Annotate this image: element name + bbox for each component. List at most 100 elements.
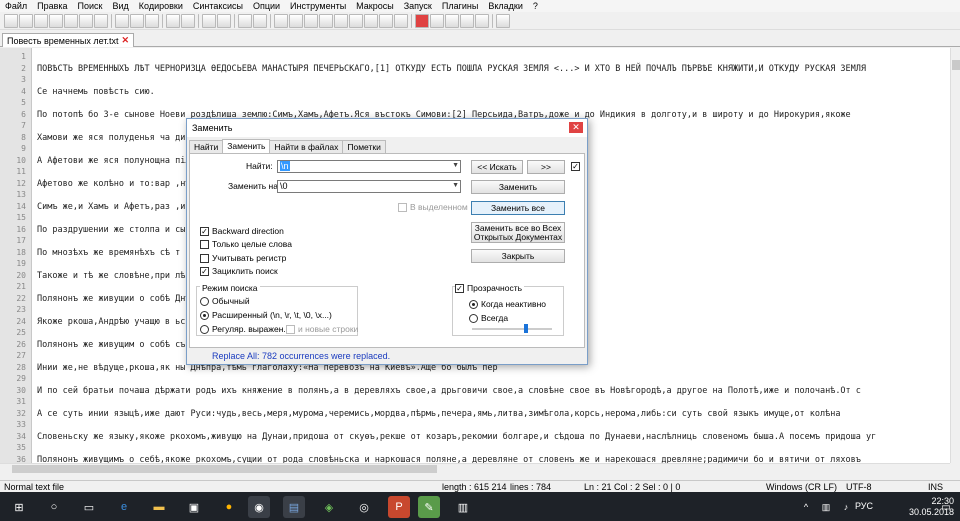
undo-icon[interactable] [166, 13, 180, 28]
menu-item[interactable]: Запуск [399, 1, 437, 11]
menu-item[interactable]: Кодировки [134, 1, 188, 11]
menu-item[interactable]: Синтаксисы [188, 1, 248, 11]
tab-replace[interactable]: Заменить [222, 139, 271, 154]
find-icon[interactable] [202, 13, 216, 28]
task-view-icon[interactable]: ▭ [78, 496, 100, 518]
editor-line[interactable]: 32 А се суть инии языцѣ,иже дают Руси:чуд… [0, 409, 950, 421]
store-icon[interactable]: ▣ [183, 496, 205, 518]
sync-h-icon[interactable] [289, 13, 303, 28]
match-case-checkbox[interactable]: Учитывать регистр [200, 253, 286, 263]
slider-knob[interactable] [524, 324, 528, 333]
dot-newline-checkbox[interactable]: и новые строки [286, 324, 358, 334]
start-windows-icon[interactable]: ⊞ [8, 496, 30, 518]
dialog-close-button[interactable]: ✕ [569, 122, 583, 133]
tab-mark[interactable]: Пометки [342, 140, 386, 153]
replace-icon[interactable] [217, 13, 231, 28]
editor-line[interactable]: 31 [0, 397, 950, 409]
chevron-down-icon[interactable]: ▼ [452, 162, 459, 169]
replace-all-open-docs-button[interactable]: Заменить все во Всех Открытых Документах [471, 222, 565, 243]
trans-always-radio[interactable]: Всегда [469, 313, 508, 323]
whole-word-checkbox[interactable]: Только целые слова [200, 239, 292, 249]
search-icon[interactable]: ○ [43, 496, 65, 518]
replace-input[interactable]: \0 ▼ [277, 180, 461, 193]
save-icon[interactable] [34, 13, 48, 28]
close-all-icon[interactable] [79, 13, 93, 28]
app-icon[interactable]: ● [218, 496, 240, 518]
find-input[interactable]: \n ▼ [277, 160, 461, 173]
trans-inactive-radio[interactable]: Когда неактивно [469, 299, 546, 309]
record-macro-icon[interactable] [415, 13, 429, 28]
transparency-slider[interactable] [472, 324, 552, 333]
document-tab[interactable]: Повесть временных лет.txt ✕ [2, 33, 134, 47]
checkbox-box[interactable]: ✓ [200, 266, 209, 276]
editor-line[interactable]: 4 Се начнемь повѣсть сию. [0, 87, 950, 99]
replace-button[interactable]: Заменить [471, 180, 565, 194]
radio-button[interactable] [200, 324, 209, 334]
app-icon-2[interactable]: ◎ [353, 496, 375, 518]
search-option-checkbox[interactable]: ✓ [571, 162, 580, 171]
mode-extended-radio[interactable]: Расширенный (\n, \r, \t, \0, \x...) [200, 310, 332, 320]
menu-item[interactable]: Макросы [351, 1, 399, 11]
open-file-icon[interactable] [19, 13, 33, 28]
radio-button[interactable] [200, 310, 209, 320]
menu-item[interactable]: Вид [108, 1, 134, 11]
backward-direction-checkbox[interactable]: ✓ Backward direction [200, 226, 284, 236]
editor-line[interactable]: 36 Полянонъ живущимъ о себѣ,якоже ркохомъ… [0, 455, 950, 464]
word-wrap-icon[interactable] [304, 13, 318, 28]
radio-button[interactable] [200, 296, 209, 306]
indent-guide-icon[interactable] [334, 13, 348, 28]
checkbox-box[interactable] [200, 239, 209, 249]
close-dialog-button[interactable]: Закрыть [471, 249, 565, 263]
cut-icon[interactable] [115, 13, 129, 28]
menu-item[interactable]: Вкладки [483, 1, 528, 11]
network-icon[interactable]: ▥ [815, 496, 837, 518]
transparency-checkbox[interactable]: ✓ Прозрачность [455, 283, 525, 293]
zoom-in-icon[interactable] [238, 13, 252, 28]
editor-line[interactable]: 34 Словеньску же языку,якоже ркохомъ,живу… [0, 432, 950, 444]
checkbox-box[interactable]: ✓ [455, 283, 464, 293]
tray-chevron-icon[interactable]: ^ [795, 496, 817, 518]
menu-item[interactable]: Поиск [73, 1, 108, 11]
radio-button[interactable] [469, 299, 478, 309]
search-prev-button[interactable]: << Искать [471, 160, 523, 174]
mode-regex-radio[interactable]: Регуляр. выражен. [200, 324, 286, 334]
powerpoint-icon[interactable]: P [388, 496, 410, 518]
stop-macro-icon[interactable] [430, 13, 444, 28]
play-macro-icon[interactable] [445, 13, 459, 28]
checkbox-box[interactable] [200, 253, 209, 263]
tab-find-in-files[interactable]: Найти в файлах [269, 140, 344, 153]
copy-icon[interactable] [130, 13, 144, 28]
edge-browser-icon[interactable]: e [113, 496, 135, 518]
menu-item[interactable]: Правка [32, 1, 72, 11]
monitor-icon[interactable] [394, 13, 408, 28]
vertical-scroll-thumb[interactable] [952, 60, 960, 70]
tab-close-icon[interactable]: ✕ [121, 35, 129, 46]
editor-line[interactable]: 35 [0, 443, 950, 455]
radio-button[interactable] [469, 313, 478, 323]
in-selection-checkbox[interactable]: В выделенном [398, 202, 468, 212]
zoom-out-icon[interactable] [253, 13, 267, 28]
redo-icon[interactable] [181, 13, 195, 28]
vertical-scrollbar[interactable] [950, 48, 960, 463]
spellcheck-icon[interactable] [496, 13, 510, 28]
language-indicator[interactable]: РУС [855, 501, 873, 511]
checkbox-box[interactable] [398, 202, 407, 212]
save-macro-icon[interactable] [475, 13, 489, 28]
new-file-icon[interactable] [4, 13, 18, 28]
horizontal-scroll-thumb[interactable] [12, 465, 437, 473]
editor-line[interactable]: 30 И по сей братьи почаша дѣржати родъ их… [0, 386, 950, 398]
menu-item[interactable]: Инструменты [285, 1, 351, 11]
file-explorer-icon[interactable]: ▬ [148, 496, 170, 518]
paste-icon[interactable] [145, 13, 159, 28]
sync-v-icon[interactable] [274, 13, 288, 28]
tab-find[interactable]: Найти [189, 140, 224, 153]
menu-item[interactable]: Файл [0, 1, 32, 11]
editor-line[interactable]: 29 [0, 374, 950, 386]
editor-line[interactable]: 2 ПОВѢСТЬ ВРЕМЕННЫХЪ ЛѢТ ЧЕРНОРИЗЦА ѲЕДОС… [0, 64, 950, 76]
menu-item[interactable]: Плагины [437, 1, 483, 11]
checkbox-box[interactable]: ✓ [200, 226, 209, 236]
menu-item[interactable]: ? [528, 1, 543, 11]
play-multiple-icon[interactable] [460, 13, 474, 28]
function-list-icon[interactable] [364, 13, 378, 28]
wrap-around-checkbox[interactable]: ✓ Зациклить поиск [200, 266, 278, 276]
